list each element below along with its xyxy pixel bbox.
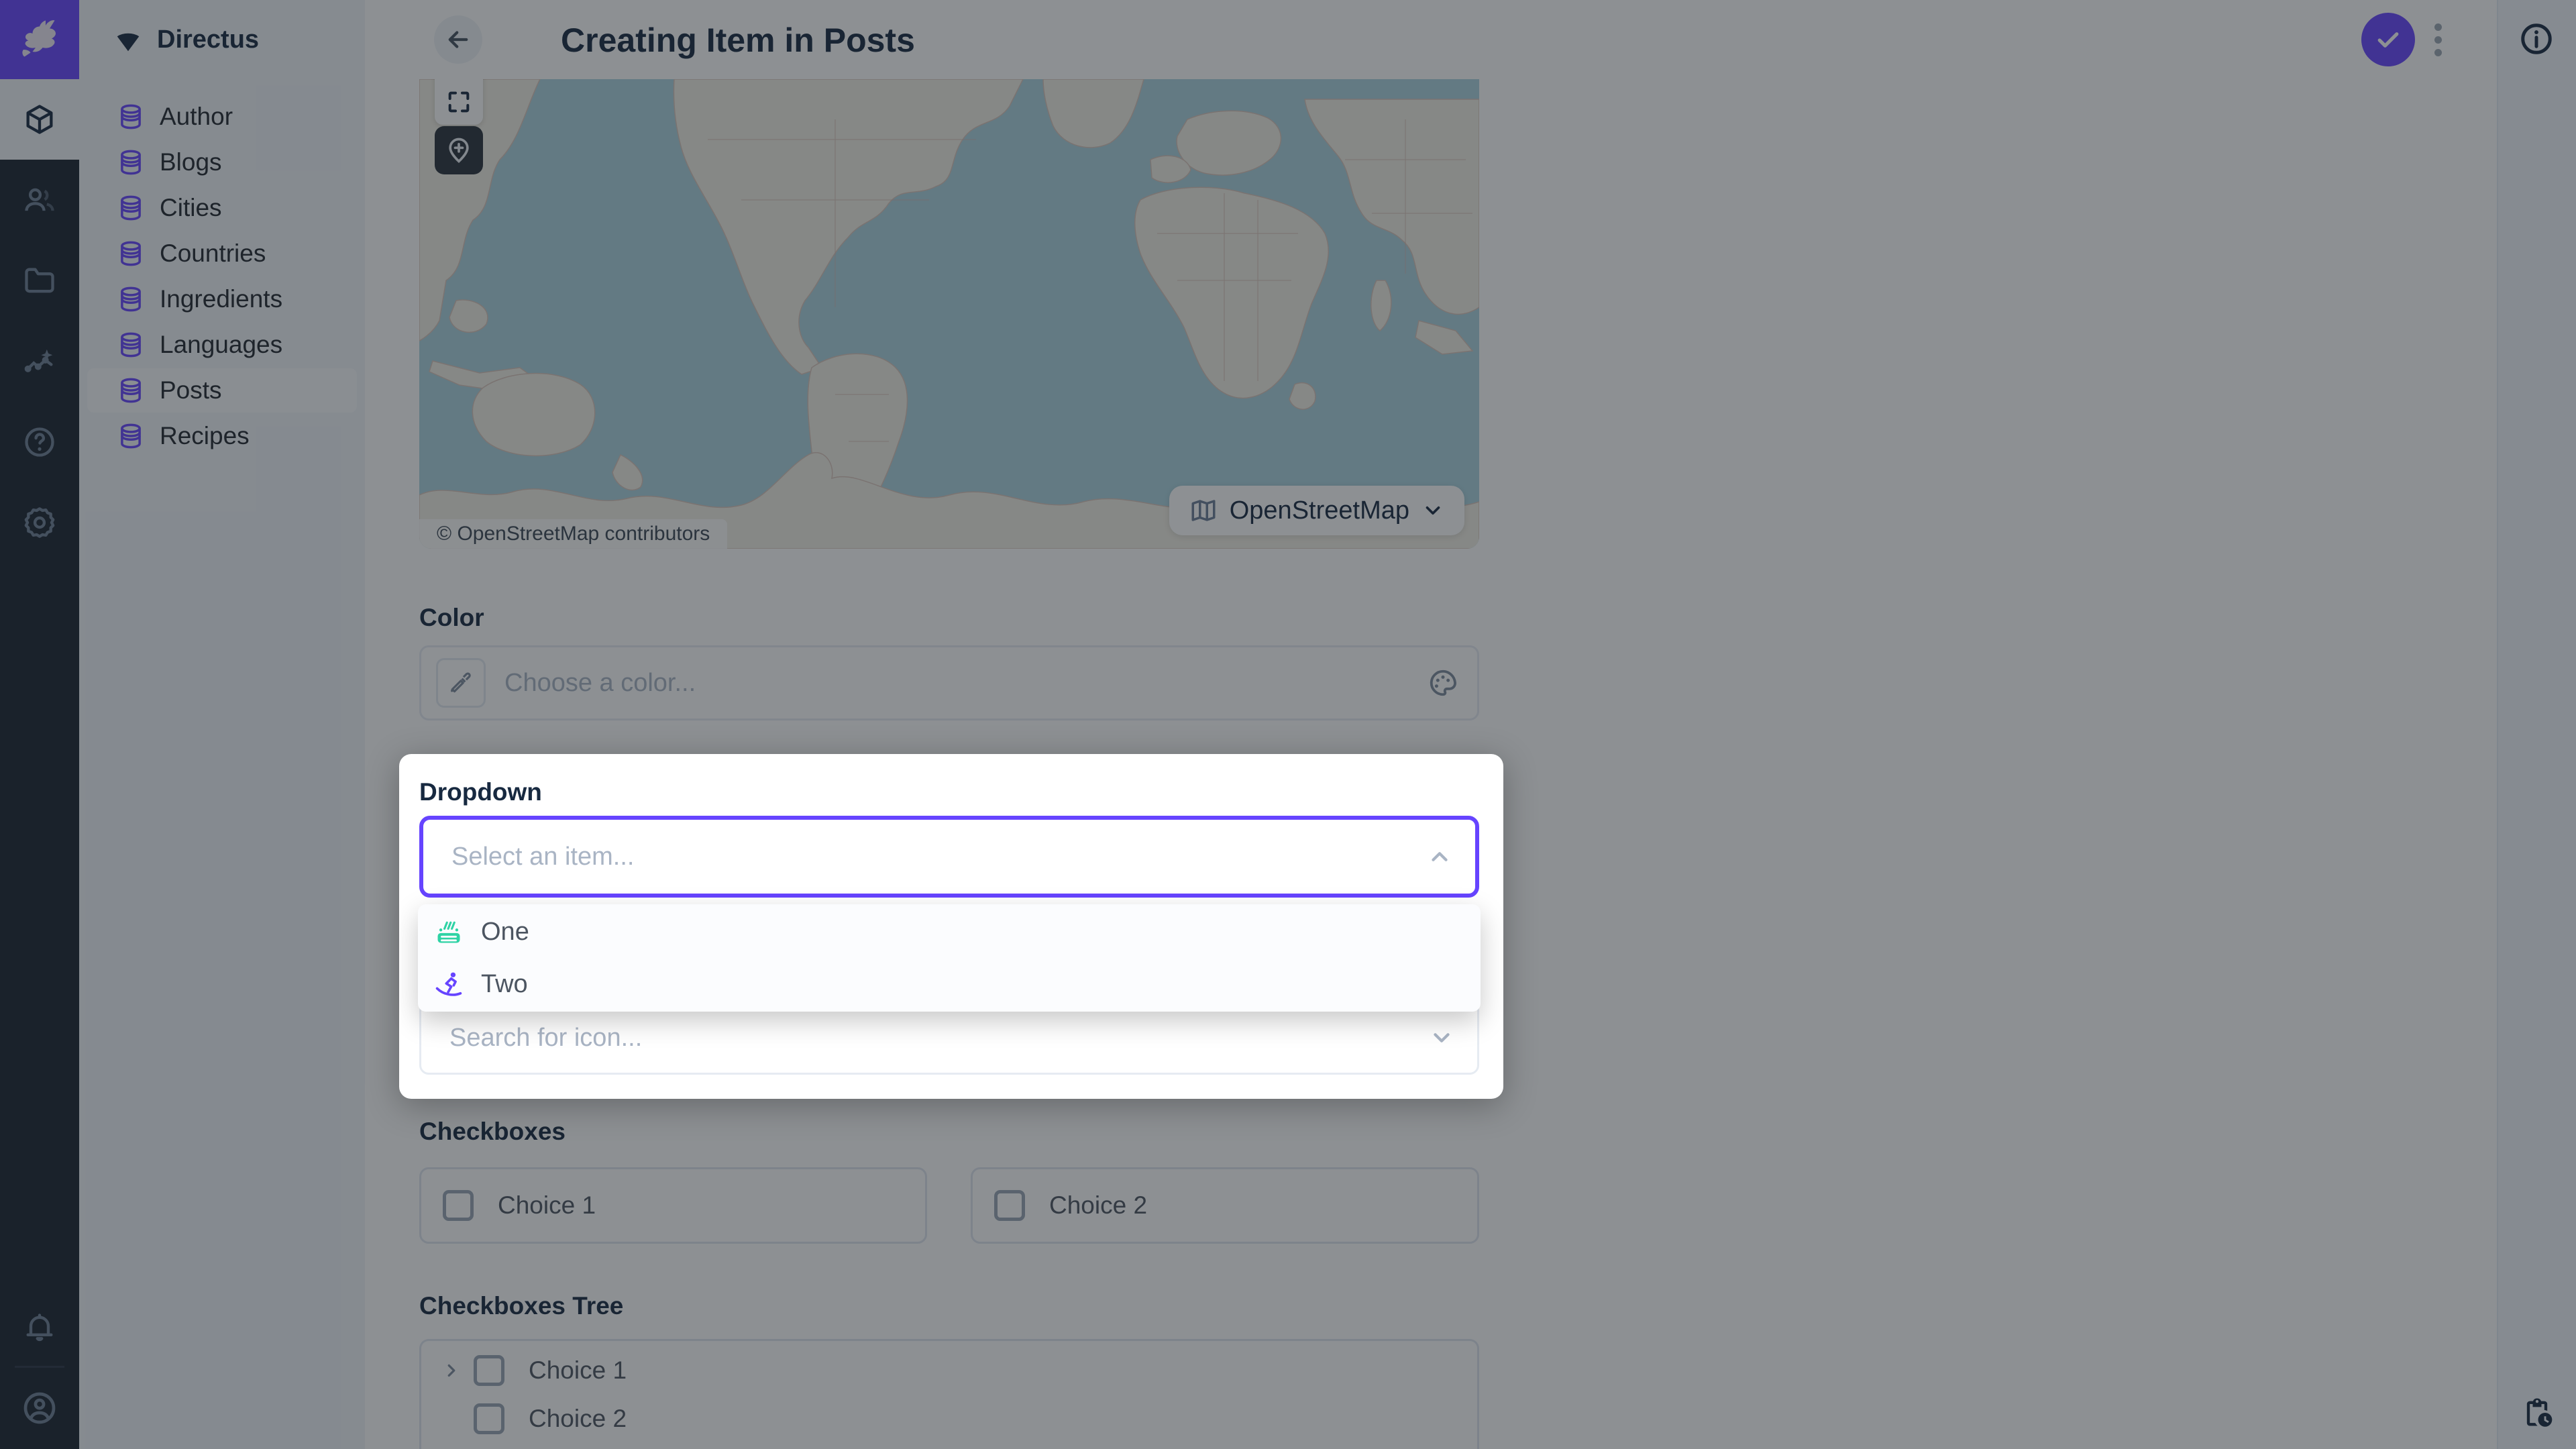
modal-dim-overlay[interactable] [0, 0, 2576, 1449]
directus-app: Directus Author Blogs Cities Countries I… [0, 0, 2576, 1449]
hot-tub-icon [434, 917, 464, 947]
option-one[interactable]: One [418, 909, 1481, 955]
dropdown-placeholder: Select an item... [451, 843, 1427, 871]
option-label: Two [481, 970, 528, 999]
option-label: One [481, 918, 529, 947]
chevron-down-icon [1429, 1025, 1454, 1051]
icon-search-input[interactable]: Search for icon... [419, 1001, 1479, 1075]
dropdown-options-menu: One Two [418, 904, 1481, 1012]
icon-search-placeholder: Search for icon... [449, 1024, 1429, 1053]
dropdown-label: Dropdown [419, 778, 542, 806]
option-two[interactable]: Two [418, 961, 1481, 1007]
dropdown-select[interactable]: Select an item... [419, 816, 1479, 898]
chevron-up-icon [1427, 844, 1452, 869]
downhill-skiing-icon [434, 969, 464, 999]
